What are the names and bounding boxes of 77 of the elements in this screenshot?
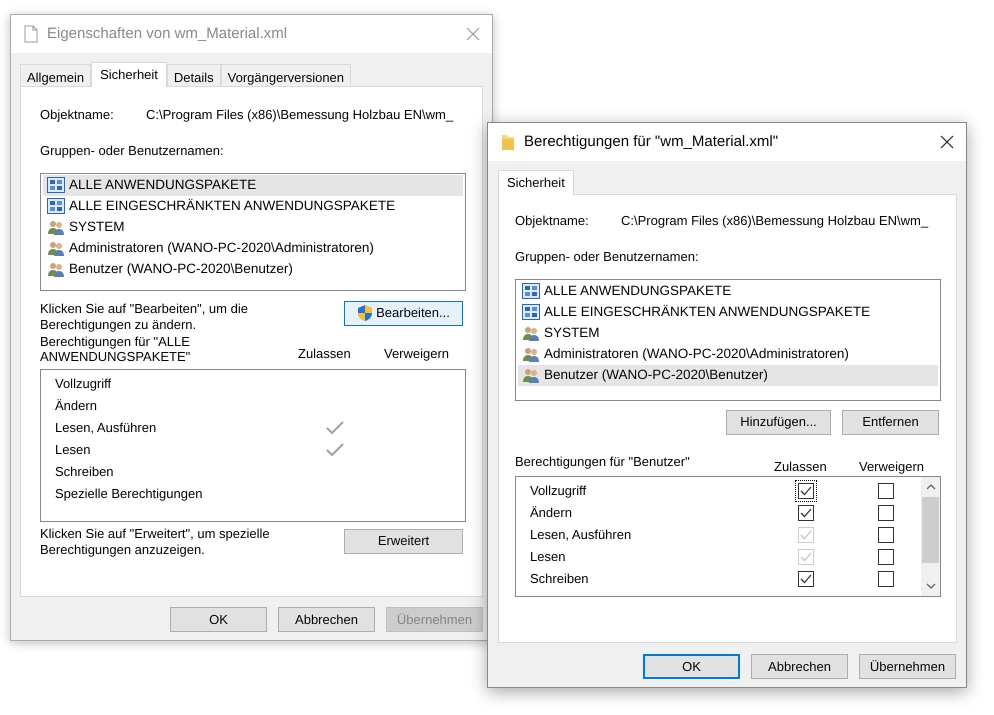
grid-icon — [522, 283, 540, 299]
checkbox[interactable] — [878, 527, 894, 543]
list-item[interactable]: SYSTEM — [43, 216, 463, 238]
permission-name: Spezielle Berechtigungen — [55, 484, 204, 503]
permission-name: Lesen — [530, 548, 566, 566]
window-title: Eigenschaften von wm_Material.xml — [47, 24, 288, 44]
action-button[interactable]: Hinzufügen... — [726, 410, 831, 434]
scroll-up-icon — [926, 484, 936, 490]
scroll-down-icon — [926, 583, 936, 589]
checkbox[interactable] — [878, 571, 894, 587]
field-label: Gruppen- oder Benutzernamen: — [515, 248, 700, 266]
permission-name: Ändern — [55, 396, 98, 415]
object-path: C:\Program Files (x86)\Bemessung Holzbau EN\wm_ — [146, 106, 454, 121]
list-item[interactable]: Administratoren (WANO-PC-2020\Administratoren) — [518, 344, 938, 364]
list-item[interactable]: ALLE ANWENDUNGSPAKETE — [43, 174, 463, 196]
hint-text: Klicken Sie auf "Erweitert", um spezielle Berechtigungen anzuzeigen. — [40, 526, 271, 558]
grid-icon — [47, 198, 65, 214]
list-item[interactable]: SYSTEM — [518, 322, 938, 344]
folder-icon — [501, 133, 515, 151]
scrollbar[interactable] — [921, 477, 940, 596]
grid-icon — [522, 304, 540, 320]
hint-text: Klicken Sie auf "Bearbeiten", um die Berechtigungen zu ändern. — [40, 300, 249, 332]
close-icon[interactable] — [940, 135, 954, 149]
checkbox[interactable] — [798, 483, 814, 499]
shield-icon — [357, 304, 374, 322]
tab[interactable]: Vorgängerversionen — [220, 64, 352, 86]
users-icon — [522, 325, 540, 341]
checkbox[interactable] — [798, 571, 814, 587]
list-item[interactable]: Benutzer (WANO-PC-2020\Benutzer) — [518, 364, 938, 386]
permission-name: Schreiben — [530, 570, 590, 588]
column-header: Verweigern — [859, 458, 924, 476]
permission-name: Lesen, Ausführen — [55, 418, 158, 437]
users-icon — [522, 367, 540, 383]
dialog-button[interactable]: OK — [170, 607, 267, 632]
tab[interactable]: Sicherheit — [91, 62, 167, 87]
object-path: C:\Program Files (x86)\Bemessung Holzbau EN\wm_ — [621, 212, 928, 227]
field-label: Objektname: — [40, 106, 115, 121]
dialog-button[interactable]: Übernehmen — [859, 654, 956, 679]
permission-name: Lesen — [55, 440, 92, 459]
tab[interactable]: Allgemein — [20, 64, 92, 86]
action-button[interactable]: Entfernen — [842, 410, 939, 434]
section-label: Berechtigungen für "Benutzer" — [515, 452, 691, 471]
column-header: Zulassen — [774, 458, 828, 476]
tab[interactable]: Details — [166, 64, 221, 86]
users-icon — [47, 219, 65, 235]
scrollbar-thumb[interactable] — [922, 497, 939, 563]
permission-name: Vollzugriff — [55, 374, 112, 393]
checkbox[interactable] — [798, 505, 814, 521]
checkbox[interactable] — [878, 505, 894, 521]
list-item[interactable]: ALLE ANWENDUNGSPAKETE — [518, 280, 938, 302]
action-button[interactable]: Bearbeiten... — [344, 300, 463, 326]
action-button[interactable]: Erweitert — [344, 528, 463, 554]
dialog-button[interactable]: Abbrechen — [751, 654, 848, 679]
permission-name: Ändern — [530, 504, 573, 522]
permission-name: Schreiben — [55, 462, 115, 481]
dialog-button[interactable]: Abbrechen — [278, 607, 375, 632]
list-item[interactable]: ALLE EINGESCHRÄNKTEN ANWENDUNGSPAKETE — [43, 196, 463, 216]
users-icon — [522, 346, 540, 362]
users-icon — [47, 240, 65, 256]
tab[interactable]: Sicherheit — [498, 170, 574, 195]
column-header: Verweigern — [384, 345, 450, 363]
permission-name: Vollzugriff — [530, 482, 588, 500]
users-icon — [47, 261, 65, 277]
permission-name: Lesen, Ausführen — [530, 526, 632, 544]
list-item[interactable]: ALLE EINGESCHRÄNKTEN ANWENDUNGSPAKETE — [518, 302, 938, 322]
list-item[interactable]: Administratoren (WANO-PC-2020\Administratoren) — [43, 238, 463, 258]
checkbox[interactable] — [878, 549, 894, 565]
field-label: Gruppen- oder Benutzernamen: — [40, 142, 225, 160]
document-icon — [24, 25, 38, 43]
list-item[interactable]: Benutzer (WANO-PC-2020\Benutzer) — [43, 258, 463, 280]
dialog-button[interactable]: OK — [643, 654, 740, 679]
section-label: Berechtigungen für "ALLE ANWENDUNGSPAKETE" — [40, 334, 192, 364]
column-header: Zulassen — [298, 345, 352, 363]
grid-icon — [47, 177, 65, 193]
field-label: Objektname: — [515, 212, 590, 227]
checkbox[interactable] — [878, 483, 894, 499]
window-title: Berechtigungen für "wm_Material.xml" — [524, 132, 780, 152]
